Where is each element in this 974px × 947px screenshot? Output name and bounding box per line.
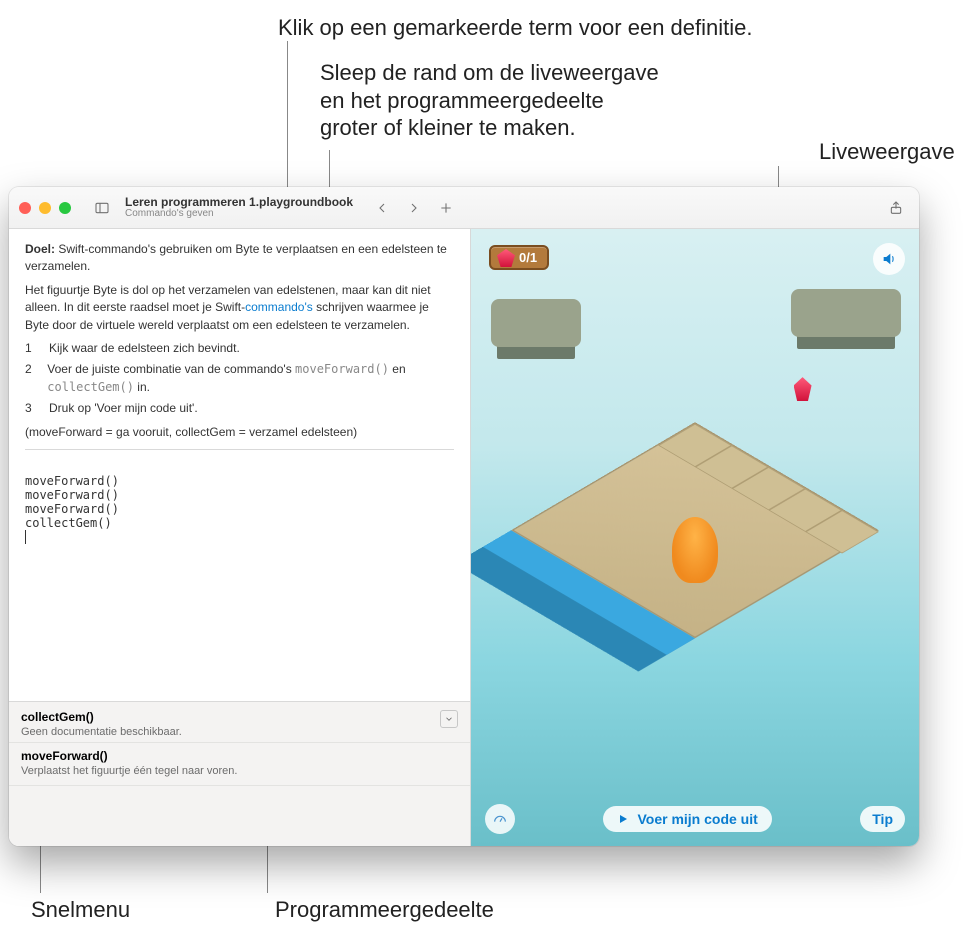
quick-menu: collectGem() Geen documentatie beschikba… [9,701,470,846]
window-title: Leren programmeren 1.playgroundbook [125,196,353,209]
gem-counter-badge: 0/1 [489,245,549,270]
share-button[interactable] [883,195,909,221]
speed-gauge-button[interactable] [485,804,515,834]
steps-list: 1Kijk waar de edelsteen zich bevindt. 2V… [25,340,454,418]
fullscreen-window-button[interactable] [59,202,71,214]
gem-counter-value: 0/1 [519,250,537,265]
instructions: Doel: Swift-commando's gebruiken om Byte… [9,229,470,468]
add-page-button[interactable] [433,195,459,221]
quickmenu-item-collectgem[interactable]: collectGem() [21,710,182,724]
gem-object [794,377,812,401]
left-pane: Doel: Swift-commando's gebruiken om Byte… [9,229,471,846]
window-title-block: Leren programmeren 1.playgroundbook Comm… [125,196,353,219]
goal-label: Doel: [25,242,55,256]
quickmenu-item-collectgem-desc: Geen documentatie beschikbaar. [21,726,182,738]
code-editor[interactable]: moveForward() moveForward() moveForward(… [9,468,470,551]
minimize-window-button[interactable] [39,202,51,214]
annotation-coding-area: Programmeergedeelte [275,896,494,924]
sound-toggle-button[interactable] [873,243,905,275]
quickmenu-item-moveforward-desc: Verplaatst het figuurtje één tegel naar … [21,765,458,777]
divider [25,449,454,450]
step-3: Druk op 'Voer mijn code uit'. [49,400,198,417]
traffic-lights [19,202,71,214]
translation-note: (moveForward = ga vooruit, collectGem = … [25,424,454,441]
annotation-liveview: Liveweergave [819,138,955,166]
step-1: Kijk waar de edelsteen zich bevindt. [49,340,240,357]
tip-button[interactable]: Tip [860,806,905,832]
floating-island-decor [791,289,901,337]
tip-button-label: Tip [872,811,893,827]
step-2: Voer de juiste combinatie van de command… [47,361,454,396]
code-moveforward: moveForward() [295,362,389,376]
window-subtitle: Commando's geven [125,209,353,220]
annotation-quickmenu: Snelmenu [31,896,130,924]
run-my-code-button[interactable]: Voer mijn code uit [603,806,771,832]
byte-character [672,517,718,583]
quickmenu-toggle-button[interactable] [440,710,458,728]
annotation-drag-border: Sleep de rand om de liveweergave en het … [320,59,659,142]
intro-paragraph: Het figuurtje Byte is dol op het verzame… [25,282,454,334]
goal-text: Doel: Swift-commando's gebruiken om Byte… [25,241,454,276]
glossary-link-commandos[interactable]: commando's [245,300,313,314]
live-view[interactable]: 0/1 Voer mijn [471,229,919,846]
next-page-button[interactable] [401,195,427,221]
run-button-label: Voer mijn code uit [637,811,757,827]
quickmenu-item-moveforward[interactable]: moveForward() [21,749,458,763]
code-collectgem: collectGem() [47,380,134,394]
playgrounds-window: Leren programmeren 1.playgroundbook Comm… [9,187,919,846]
annotation-definition: Klik op een gemarkeerde term voor een de… [278,14,752,42]
sidebar-toggle-button[interactable] [89,195,115,221]
run-bar: Voer mijn code uit Tip [485,804,905,834]
floating-island-decor [491,299,581,347]
prev-page-button[interactable] [369,195,395,221]
text-cursor [25,530,26,544]
goal-body: Swift-commando's gebruiken om Byte te ve… [25,242,447,273]
close-window-button[interactable] [19,202,31,214]
toolbar: Leren programmeren 1.playgroundbook Comm… [9,187,919,229]
